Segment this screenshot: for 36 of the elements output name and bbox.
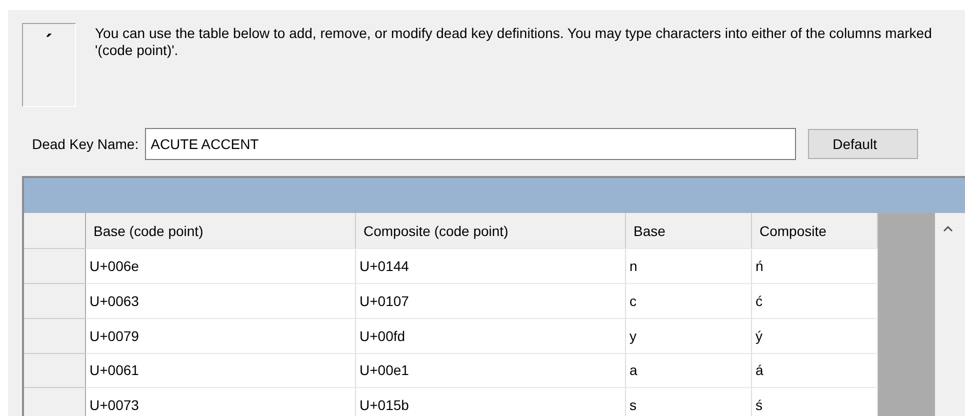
table-cell[interactable]: ń <box>751 248 877 284</box>
table-cell[interactable]: U+006e <box>85 248 355 284</box>
table-cell[interactable]: U+0063 <box>85 284 355 318</box>
table-cell[interactable]: a <box>625 353 751 388</box>
table-cell[interactable]: U+0061 <box>85 353 355 388</box>
scroll-up-icon[interactable] <box>942 226 952 232</box>
row-header[interactable] <box>24 353 85 388</box>
column-header[interactable]: Base <box>625 213 751 249</box>
table-cell[interactable]: ś <box>751 388 877 416</box>
table-cell[interactable]: y <box>625 318 751 353</box>
column-header[interactable]: Base (code point) <box>85 213 355 249</box>
row-header[interactable] <box>24 318 85 353</box>
column-header[interactable]: Composite (code point) <box>355 213 625 249</box>
default-button[interactable]: Default <box>808 129 918 159</box>
table-cell[interactable]: ý <box>751 318 877 353</box>
row-header[interactable] <box>24 248 85 284</box>
accent-character: ˊ <box>45 30 53 58</box>
name-input-field[interactable]: ACUTE ACCENT <box>144 128 796 160</box>
table-cell[interactable]: c <box>625 284 751 318</box>
table-cell[interactable]: U+015b <box>355 388 625 416</box>
table-cell[interactable]: U+0079 <box>85 318 355 353</box>
table-cell[interactable]: n <box>625 248 751 284</box>
column-header[interactable]: Composite <box>751 213 877 249</box>
table-cell[interactable]: ć <box>751 284 877 318</box>
table-cell[interactable]: U+0073 <box>85 388 355 416</box>
table-cell[interactable]: U+00e1 <box>355 353 625 388</box>
row-header[interactable] <box>24 284 85 318</box>
row-header[interactable] <box>24 388 85 416</box>
table-cell[interactable]: s <box>625 388 751 416</box>
table-cell[interactable]: U+0107 <box>355 284 625 318</box>
table-cell[interactable]: U+00fd <box>355 318 625 353</box>
description-text: You can use the table below to add, remove, or modify dead key definitions. You may type characters into either of the columns marked '(code point)'. <box>95 25 933 60</box>
table-cell[interactable]: U+0144 <box>355 248 625 284</box>
field-label: Dead Key Name: <box>32 136 139 152</box>
row-header-corner <box>24 213 85 249</box>
table-cell[interactable]: á <box>751 353 877 388</box>
